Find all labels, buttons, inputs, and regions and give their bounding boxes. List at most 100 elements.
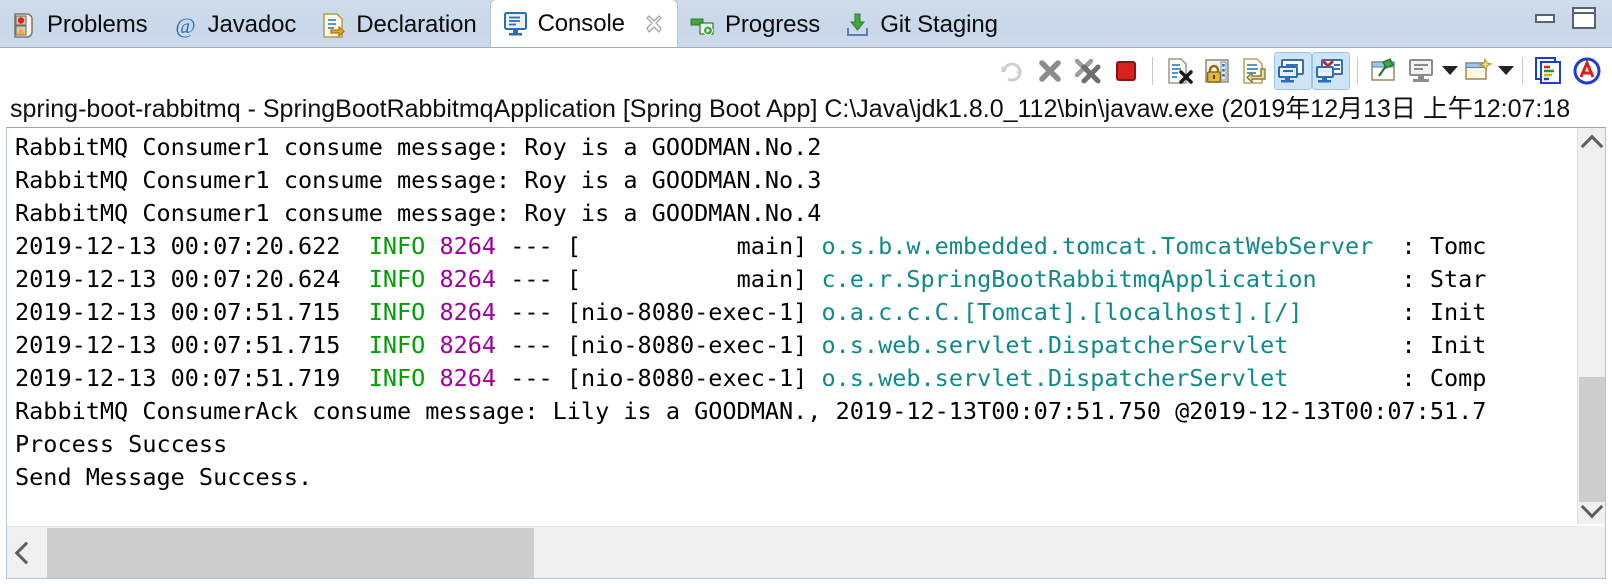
open-console-menu-icon[interactable] [1497, 52, 1515, 90]
console-line: 2019-12-13 00:07:20.624 INFO 8264 --- [ … [15, 263, 1529, 296]
pin-console-icon[interactable] [1365, 52, 1403, 90]
tab-label: Problems [47, 13, 148, 37]
terminate-icon[interactable] [1031, 52, 1069, 90]
log-message: : Init [1373, 298, 1486, 326]
horizontal-scrollbar[interactable] [7, 526, 1605, 578]
log-pid: 8264 [439, 298, 496, 326]
close-icon[interactable] [644, 14, 664, 34]
tab-problems[interactable]: Problems [0, 3, 161, 47]
console-line: 2019-12-13 00:07:51.715 INFO 8264 --- [n… [15, 296, 1529, 329]
log-logger: o.s.web.servlet.DispatcherServlet [821, 364, 1373, 392]
tab-progress[interactable]: Progress [678, 3, 833, 47]
log-pid: 8264 [439, 265, 496, 293]
log-thread: [nio-8080-exec-1] [567, 364, 822, 392]
window-controls [1535, 7, 1612, 47]
log-pid: 8264 [439, 364, 496, 392]
log-level: INFO [369, 331, 426, 359]
log-space [425, 265, 439, 293]
toolbar-separator [1357, 57, 1358, 85]
log-space [425, 232, 439, 260]
tab-label: Progress [725, 13, 820, 37]
log-space [425, 364, 439, 392]
stop-icon[interactable] [1107, 52, 1145, 90]
console-line: RabbitMQ Consumer1 consume message: Roy … [15, 131, 1529, 164]
vertical-scrollbar-thumb[interactable] [1579, 377, 1606, 502]
vertical-scrollbar[interactable] [1577, 128, 1605, 524]
log-thread: [nio-8080-exec-1] [567, 298, 822, 326]
terminate-all-icon[interactable] [1069, 52, 1107, 90]
console-panel: RabbitMQ Consumer1 consume message: Roy … [6, 127, 1606, 579]
toolbar-separator [1522, 57, 1523, 85]
log-timestamp: 2019-12-13 00:07:51.715 [15, 331, 369, 359]
log-level: INFO [369, 265, 426, 293]
log-thread: [ main] [567, 232, 822, 260]
log-logger: c.e.r.SpringBootRabbitmqApplication [821, 265, 1373, 293]
horizontal-scrollbar-thumb[interactable] [47, 528, 534, 578]
scrollbar-corner [1577, 526, 1605, 578]
log-level: INFO [369, 232, 426, 260]
log-space [425, 298, 439, 326]
console-launch-title: spring-boot-rabbitmq - SpringBootRabbitm… [0, 93, 1612, 125]
minimize-button[interactable] [1535, 14, 1555, 23]
console-line: RabbitMQ Consumer1 consume message: Roy … [15, 197, 1529, 230]
log-pid: 8264 [439, 232, 496, 260]
log-level: INFO [369, 298, 426, 326]
git-staging-icon [844, 12, 871, 39]
log-message: : Init [1373, 331, 1486, 359]
log-message: : Tomc [1373, 232, 1486, 260]
log-message: : Star [1373, 265, 1486, 293]
log-thread: [nio-8080-exec-1] [567, 331, 822, 359]
grep-console-icon[interactable] [1568, 52, 1606, 90]
tab-declaration[interactable]: Declaration [309, 3, 489, 47]
console-toolbar [0, 48, 1612, 93]
tab-javadoc[interactable]: @ Javadoc [161, 3, 310, 47]
log-logger: o.s.web.servlet.DispatcherServlet [821, 331, 1373, 359]
tab-label: Declaration [356, 13, 476, 37]
console-output[interactable]: RabbitMQ Consumer1 consume message: Roy … [7, 128, 1529, 524]
log-level: INFO [369, 364, 426, 392]
log-thread: [ main] [567, 265, 822, 293]
tab-console[interactable]: Console [490, 0, 678, 47]
show-console-on-error-icon[interactable] [1312, 52, 1350, 90]
log-message: : Comp [1373, 364, 1486, 392]
console-line: RabbitMQ Consumer1 consume message: Roy … [15, 164, 1529, 197]
console-line: 2019-12-13 00:07:51.715 INFO 8264 --- [n… [15, 329, 1529, 362]
log-timestamp: 2019-12-13 00:07:51.715 [15, 298, 369, 326]
scroll-down-button[interactable] [1578, 494, 1606, 524]
javadoc-icon: @ [172, 12, 199, 39]
tab-git-staging[interactable]: Git Staging [833, 3, 1011, 47]
scroll-left-button[interactable] [7, 527, 45, 579]
relaunch-icon[interactable] [993, 52, 1031, 90]
word-wrap-icon[interactable] [1236, 52, 1274, 90]
svg-text:@: @ [175, 13, 195, 38]
log-space [425, 331, 439, 359]
log-dashes: --- [496, 364, 567, 392]
console-line: Send Message Success. [15, 461, 1529, 494]
console-line: RabbitMQ ConsumerAck consume message: Li… [15, 395, 1529, 428]
view-tab-bar: Problems @ Javadoc Declaration [0, 0, 1612, 48]
log-timestamp: 2019-12-13 00:07:20.622 [15, 232, 369, 260]
maximize-button[interactable] [1572, 7, 1596, 29]
tab-label: Javadoc [208, 13, 297, 37]
show-console-on-output-icon[interactable] [1274, 52, 1312, 90]
log-dashes: --- [496, 298, 567, 326]
console-icon [502, 10, 529, 37]
progress-icon [689, 12, 716, 39]
scroll-up-button[interactable] [1578, 128, 1606, 158]
log-dashes: --- [496, 331, 567, 359]
ansi-console-icon[interactable] [1530, 52, 1568, 90]
console-line: Process Success [15, 428, 1529, 461]
open-console-icon[interactable] [1459, 52, 1497, 90]
declaration-icon [320, 12, 347, 39]
console-line: 2019-12-13 00:07:51.719 INFO 8264 --- [n… [15, 362, 1529, 395]
display-selected-console-icon[interactable] [1403, 52, 1441, 90]
clear-console-icon[interactable] [1160, 52, 1198, 90]
tab-label: Console [538, 12, 625, 36]
display-selected-console-menu-icon[interactable] [1441, 52, 1459, 90]
log-dashes: --- [496, 232, 567, 260]
console-line: 2019-12-13 00:07:20.622 INFO 8264 --- [ … [15, 230, 1529, 263]
log-logger: o.a.c.c.C.[Tomcat].[localhost].[/] [821, 298, 1373, 326]
scroll-lock-icon[interactable] [1198, 52, 1236, 90]
log-logger: o.s.b.w.embedded.tomcat.TomcatWebServer [821, 232, 1373, 260]
log-timestamp: 2019-12-13 00:07:20.624 [15, 265, 369, 293]
